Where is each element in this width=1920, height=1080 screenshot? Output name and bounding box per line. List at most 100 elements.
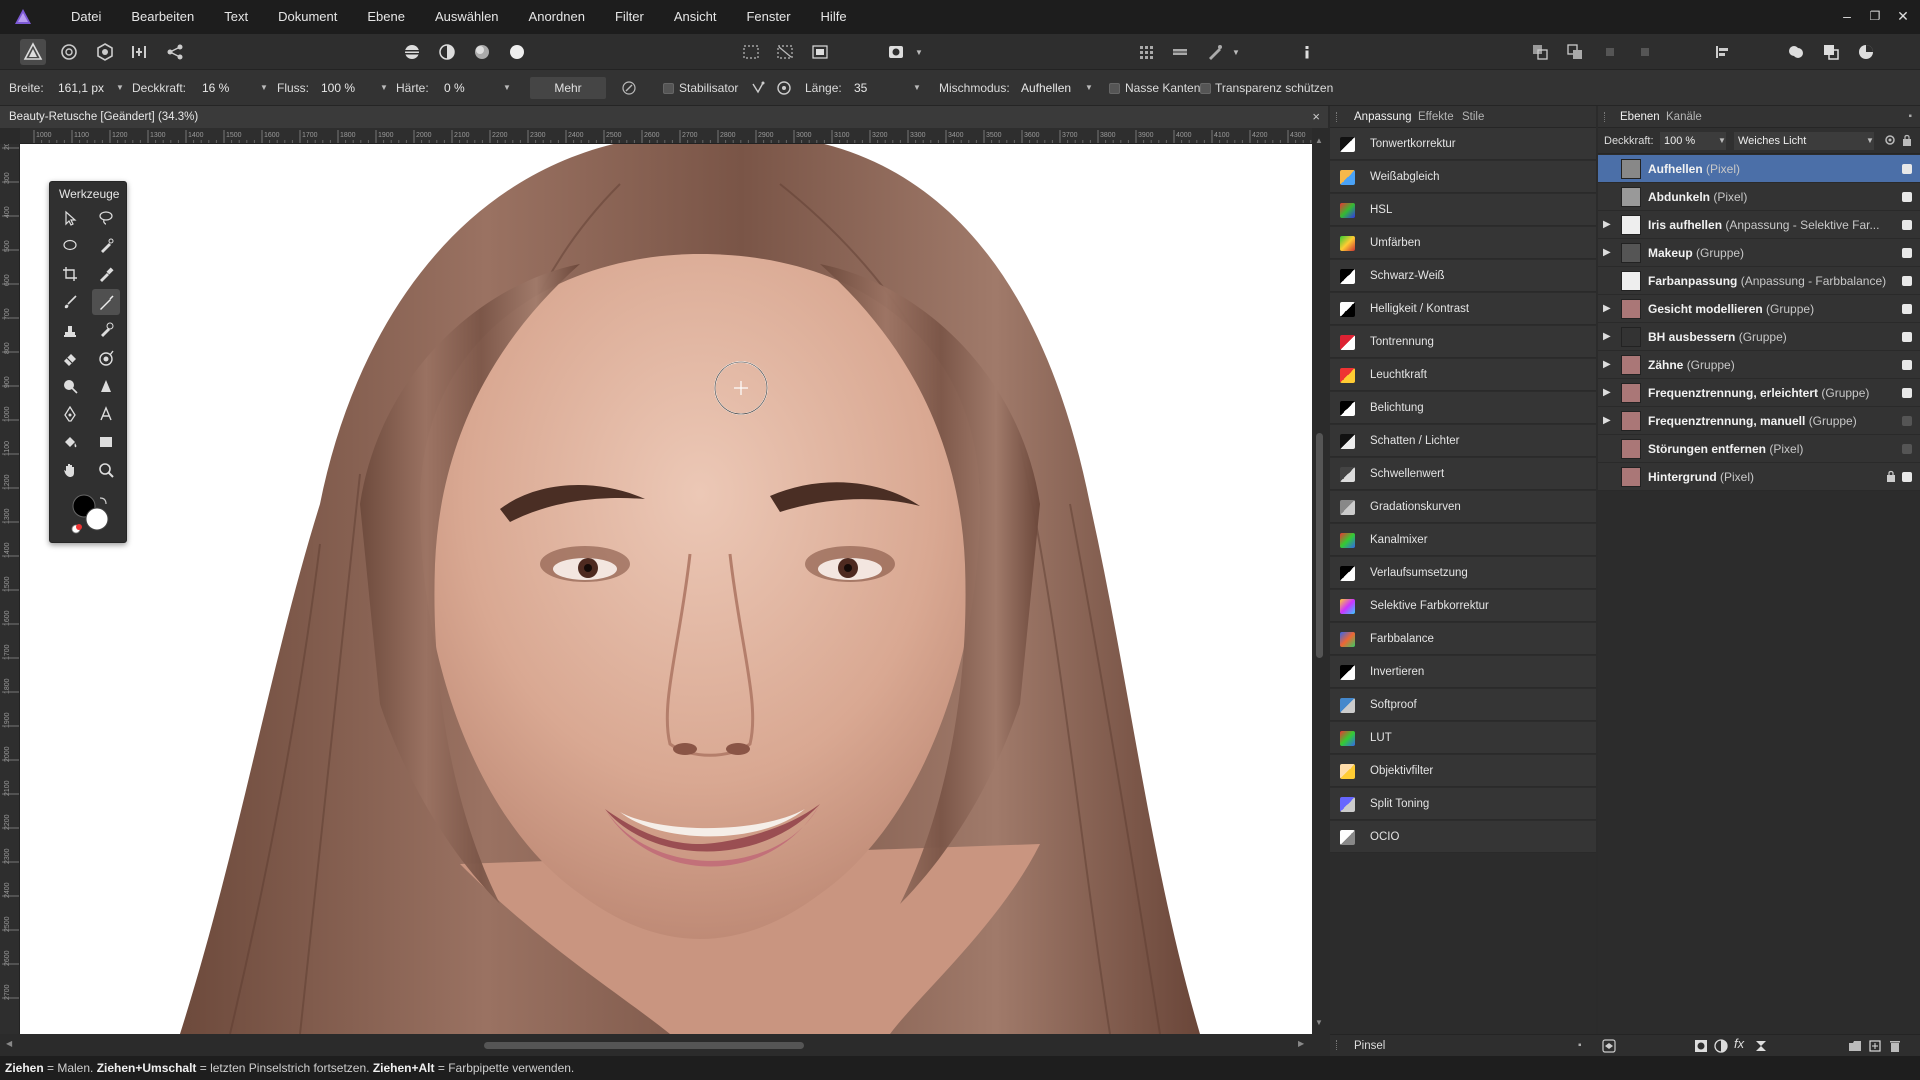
adjustment-item[interactable]: Umfärben [1330,227,1596,259]
align-guides-icon[interactable] [1167,39,1193,65]
adjustment-item[interactable]: HSL [1330,194,1596,226]
zoom-tool-icon[interactable] [92,457,120,483]
hardness-dropdown-icon[interactable]: ▼ [503,79,511,97]
protect-alpha-checkbox[interactable] [1200,83,1211,94]
layer-blend-dropdown-icon[interactable]: ▼ [1866,128,1874,154]
liquify-persona-icon[interactable] [56,39,82,65]
sharpen-tool-icon[interactable] [92,373,120,399]
menu-item-9[interactable]: Fenster [731,0,805,34]
snapping-grid-icon[interactable] [1133,39,1159,65]
dodge-brush-icon[interactable] [92,289,120,315]
layer-thumbnail[interactable] [1621,271,1641,291]
layer-thumbnail[interactable] [1621,159,1641,179]
length-field[interactable]: 35 [854,79,867,97]
quick-mask-dropdown-icon[interactable]: ▼ [912,39,926,65]
layer-lock-icon[interactable] [1902,134,1912,149]
select-all-icon[interactable] [738,39,764,65]
layer-visibility-checkbox[interactable] [1902,472,1912,482]
vertical-ruler[interactable]: 200 300 400 500 600 700 800 900 1000 1100 1200 1300… [0,128,20,1034]
auto-colors-icon[interactable] [469,39,495,65]
tab-layers[interactable]: Ebenen [1620,106,1660,128]
deselect-icon[interactable] [772,39,798,65]
menu-item-7[interactable]: Filter [600,0,659,34]
layer-row[interactable]: ▶ Frequenztrennung, manuell (Gruppe) [1598,407,1920,435]
layer-row[interactable]: Farbanpassung (Anpassung - Farbbalance) [1598,267,1920,295]
arrange-backward-icon[interactable] [1632,39,1658,65]
lasso-tool-icon[interactable] [56,233,84,259]
panel-grip-icon[interactable] [1336,112,1338,122]
horizontal-scrollbar[interactable]: ◀ ▶ [0,1034,1328,1056]
adjustment-item[interactable]: Invertieren [1330,656,1596,688]
clone-brush-icon[interactable] [56,317,84,343]
layer-visibility-checkbox[interactable] [1902,164,1912,174]
menu-item-3[interactable]: Dokument [263,0,352,34]
layer-visibility-checkbox[interactable] [1902,304,1912,314]
more-button[interactable]: Mehr [530,77,606,99]
paint-brush-icon[interactable] [56,289,84,315]
horizontal-ruler[interactable]: 1000 1100 1200 1300 1400 1500 1600 1700 1800 1900… [20,128,1312,144]
adjustment-item[interactable]: Schwarz-Weiß [1330,260,1596,292]
adjustment-item[interactable]: Objektivfilter [1330,755,1596,787]
layer-row[interactable]: ▶ Iris aufhellen (Anpassung - Selektive F… [1598,211,1920,239]
export-persona-icon[interactable] [162,39,188,65]
photo-persona-icon[interactable] [20,39,46,65]
layers-panel-grip-icon[interactable] [1604,112,1606,122]
adjustment-item[interactable]: Leuchtkraft [1330,359,1596,391]
menu-item-1[interactable]: Bearbeiten [116,0,209,34]
layer-thumbnail[interactable] [1621,215,1641,235]
close-window-button[interactable]: ✕ [1888,0,1918,34]
stabilizer-checkbox[interactable] [663,83,674,94]
document-tab[interactable]: Beauty-Retusche [Geändert] (34.3%) × [0,106,1328,128]
layer-row[interactable]: Aufhellen (Pixel) [1598,155,1920,183]
layer-visibility-checkbox[interactable] [1902,444,1912,454]
adjustment-item[interactable]: Schatten / Lichter [1330,425,1596,457]
adjustment-item[interactable]: Softproof [1330,689,1596,721]
layer-row[interactable]: ▶ Gesicht modellieren (Gruppe) [1598,295,1920,323]
adjustment-item[interactable]: Tonwertkorrektur [1330,128,1596,160]
layer-thumbnail[interactable] [1621,187,1641,207]
layer-row[interactable]: Hintergrund (Pixel) [1598,463,1920,491]
canvas[interactable] [20,144,1312,1034]
width-dropdown-icon[interactable]: ▼ [116,79,124,97]
healing-brush-icon[interactable] [92,345,120,371]
adjustment-item[interactable]: Verlaufsumsetzung [1330,557,1596,589]
layer-expand-icon[interactable]: ▶ [1603,211,1611,239]
eraser-tool-icon[interactable] [56,345,84,371]
new-group-icon[interactable] [1848,1039,1862,1056]
menu-item-10[interactable]: Hilfe [806,0,862,34]
layer-stack-icon[interactable] [1602,1039,1616,1056]
adjustment-item[interactable]: LUT [1330,722,1596,754]
adjustment-item[interactable]: Helligkeit / Kontrast [1330,293,1596,325]
layer-thumbnail[interactable] [1621,299,1641,319]
blend-mode-select[interactable]: Aufhellen [1021,79,1071,97]
app-logo-icon[interactable] [12,6,34,28]
layer-thumbnail[interactable] [1621,439,1641,459]
scroll-left-icon[interactable]: ◀ [6,1039,12,1048]
selection-brush-icon[interactable] [92,233,120,259]
brush-panel-title[interactable]: Pinsel [1354,1035,1385,1057]
adjustment-item[interactable]: OCIO [1330,821,1596,853]
arrange-forward-icon[interactable] [1597,39,1623,65]
layer-opacity-field[interactable]: 100 % [1660,132,1726,150]
adjustment-layer-icon[interactable] [1714,1039,1728,1056]
menu-item-6[interactable]: Anordnen [514,0,600,34]
tone-mapping-persona-icon[interactable] [126,39,152,65]
adjustment-item[interactable]: Split Toning [1330,788,1596,820]
auto-levels-icon[interactable] [399,39,425,65]
layer-expand-icon[interactable]: ▶ [1603,379,1611,407]
layer-visibility-checkbox[interactable] [1902,220,1912,230]
boolean-add-icon[interactable] [1783,39,1809,65]
adjustment-item[interactable]: Kanalmixer [1330,524,1596,556]
freehand-selection-icon[interactable] [92,205,120,231]
menu-item-8[interactable]: Ansicht [659,0,732,34]
layer-visibility-checkbox[interactable] [1902,192,1912,202]
assistant-dropdown-icon[interactable]: ▼ [1229,39,1243,65]
brush-panel-menu-icon[interactable]: ▪ [1578,1035,1582,1057]
layer-locked-icon[interactable] [1886,470,1896,482]
horizontal-scroll-thumb[interactable] [484,1042,804,1049]
layer-expand-icon[interactable]: ▶ [1603,323,1611,351]
wet-edges-checkbox[interactable] [1109,83,1120,94]
menu-item-0[interactable]: Datei [56,0,116,34]
scroll-down-icon[interactable]: ▼ [1315,1018,1323,1027]
layer-row[interactable]: ▶ Makeup (Gruppe) [1598,239,1920,267]
